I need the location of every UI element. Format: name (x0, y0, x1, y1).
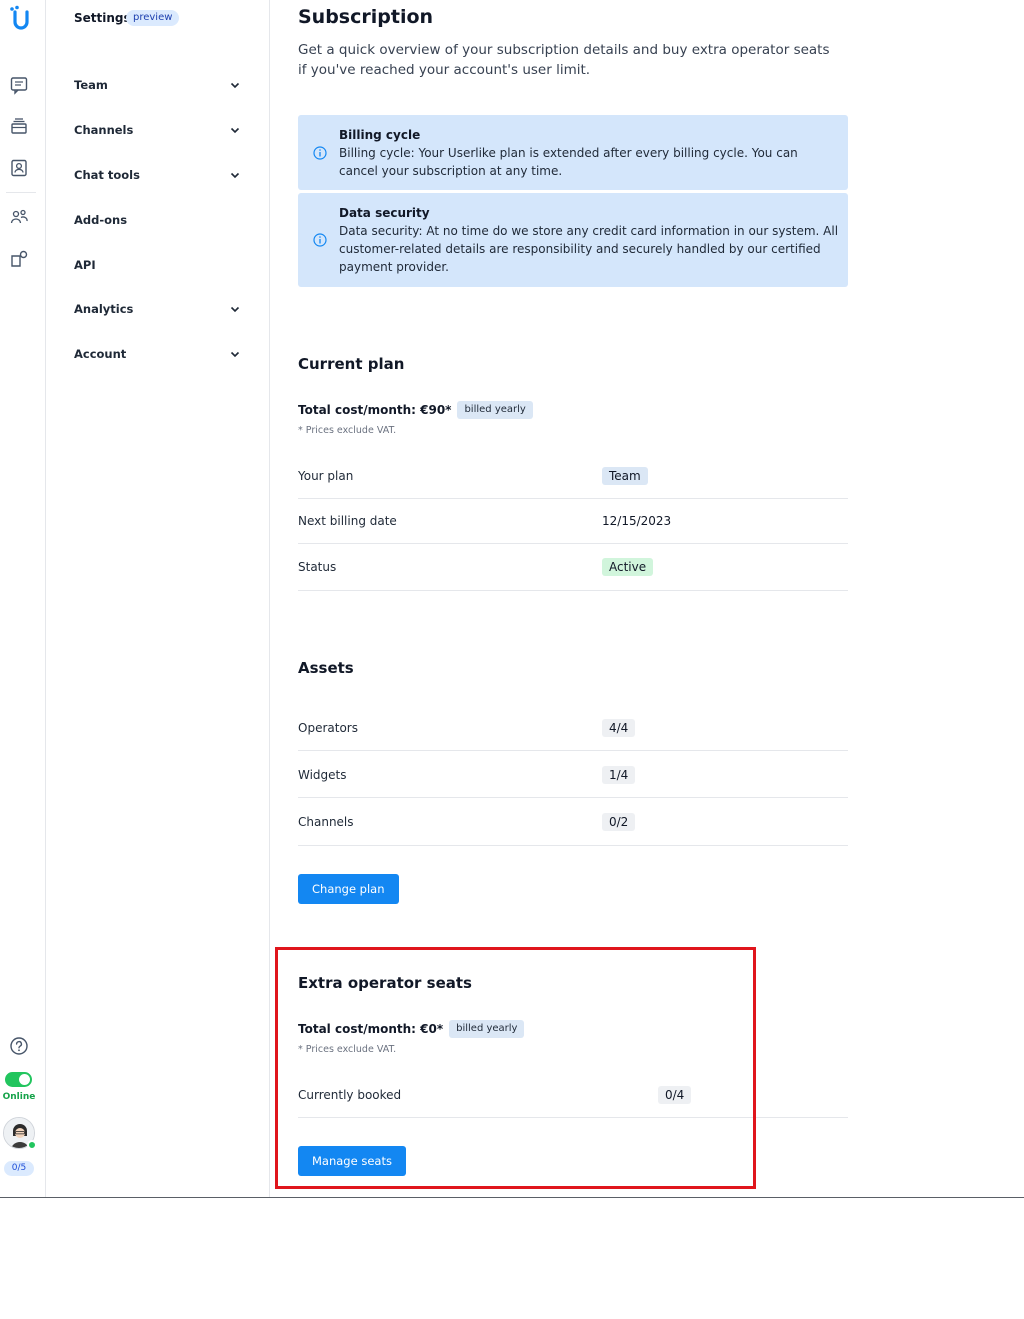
chevron-down-icon (230, 351, 240, 358)
table-row: Channels 0/2 (298, 798, 848, 846)
next-billing-date: 12/15/2023 (602, 514, 672, 528)
sidebar-item-label: Team (74, 78, 108, 92)
userlike-logo-icon[interactable] (6, 4, 36, 34)
row-label: Next billing date (298, 514, 397, 528)
extra-seats-cost: Total cost/month: €0* billed yearly (298, 1020, 525, 1038)
billing-cycle-notice: Billing cycle Billing cycle: Your Userli… (298, 115, 848, 190)
table-row: Next billing date 12/15/2023 (298, 499, 848, 544)
notice-title: Data security (339, 206, 430, 220)
table-row: Currently booked 0/4 (298, 1072, 848, 1118)
row-label: Status (298, 560, 337, 574)
row-label: Channels (298, 815, 354, 829)
vat-note: * Prices exclude VAT. (298, 1044, 397, 1055)
info-icon (313, 146, 327, 160)
integrations-icon[interactable] (8, 248, 30, 270)
sidebar-item-label: API (74, 258, 96, 272)
table-row: Your plan Team (298, 458, 848, 499)
usage-badge: 1/4 (602, 766, 636, 784)
sidebar-item-team[interactable]: Team (74, 74, 242, 96)
plan-badge: Team (602, 467, 648, 485)
sidebar-item-channels[interactable]: Channels (74, 119, 242, 141)
chevron-down-icon (230, 127, 240, 134)
vat-note: * Prices exclude VAT. (298, 425, 397, 436)
table-row: Operators 4/4 (298, 705, 848, 751)
seat-count-badge: 0/5 (4, 1161, 34, 1176)
current-plan-cost: Total cost/month: €90* billed yearly (298, 401, 533, 419)
sidebar-item-analytics[interactable]: Analytics (74, 298, 242, 320)
team-icon[interactable] (8, 206, 30, 228)
booked-seats-badge: 0/4 (658, 1086, 692, 1104)
manage-seats-button[interactable]: Manage seats (298, 1146, 406, 1176)
settings-sidebar: Settings preview Team Channels Chat tool… (46, 0, 270, 1197)
billing-period-badge: billed yearly (457, 401, 533, 419)
table-row: Status Active (298, 544, 848, 591)
cost-text: Total cost/month: €0* (298, 1022, 444, 1036)
sidebar-item-add-ons[interactable]: Add-ons (74, 209, 242, 231)
row-label: Currently booked (298, 1088, 402, 1102)
table-row: Widgets 1/4 (298, 751, 848, 798)
rail-divider (6, 192, 36, 193)
row-label: Operators (298, 721, 358, 735)
sidebar-item-label: Chat tools (74, 168, 140, 182)
chevron-down-icon (230, 82, 240, 89)
assets-heading: Assets (298, 659, 354, 677)
sidebar-item-label: Account (74, 347, 127, 361)
online-status-label: Online (2, 1092, 36, 1102)
row-label: Your plan (298, 469, 354, 483)
current-plan-heading: Current plan (298, 355, 405, 373)
usage-badge: 4/4 (602, 719, 636, 737)
sidebar-item-label: Channels (74, 123, 134, 137)
page-subtitle: Get a quick overview of your subscriptio… (298, 42, 830, 78)
notice-text: Data security: At no time do we store an… (339, 224, 839, 274)
sidebar-item-account[interactable]: Account (74, 343, 242, 365)
change-plan-button[interactable]: Change plan (298, 874, 399, 904)
chevron-down-icon (230, 306, 240, 313)
notice-title: Billing cycle (339, 128, 421, 142)
sidebar-item-api[interactable]: API (74, 254, 242, 276)
sidebar-item-chat-tools[interactable]: Chat tools (74, 164, 242, 186)
sidebar-item-label: Add-ons (74, 213, 128, 227)
data-security-notice: Data security Data security: At no time … (298, 193, 848, 287)
inbox-stack-icon[interactable] (8, 115, 30, 137)
cost-text: Total cost/month: €90* (298, 403, 452, 417)
sidebar-title: Settings (74, 11, 131, 25)
contacts-icon[interactable] (8, 157, 30, 179)
preview-badge: preview (126, 10, 180, 26)
sidebar-item-label: Analytics (74, 302, 134, 316)
online-status-toggle[interactable] (5, 1072, 32, 1087)
app-window: Online 0/5 Settings preview Team Channel… (0, 0, 1024, 1198)
status-badge: Active (602, 558, 654, 576)
page-title: Subscription (298, 6, 434, 28)
notice-text: Billing cycle: Your Userlike plan is ext… (339, 146, 798, 178)
chat-icon[interactable] (8, 74, 30, 96)
help-icon[interactable] (8, 1035, 30, 1057)
chevron-down-icon (230, 172, 240, 179)
billing-period-badge: billed yearly (449, 1020, 525, 1038)
usage-badge: 0/2 (602, 813, 636, 831)
row-label: Widgets (298, 768, 347, 782)
extra-seats-heading: Extra operator seats (298, 974, 472, 992)
online-indicator-dot (27, 1140, 37, 1150)
icon-rail: Online 0/5 (0, 0, 46, 1197)
info-icon (313, 233, 327, 247)
